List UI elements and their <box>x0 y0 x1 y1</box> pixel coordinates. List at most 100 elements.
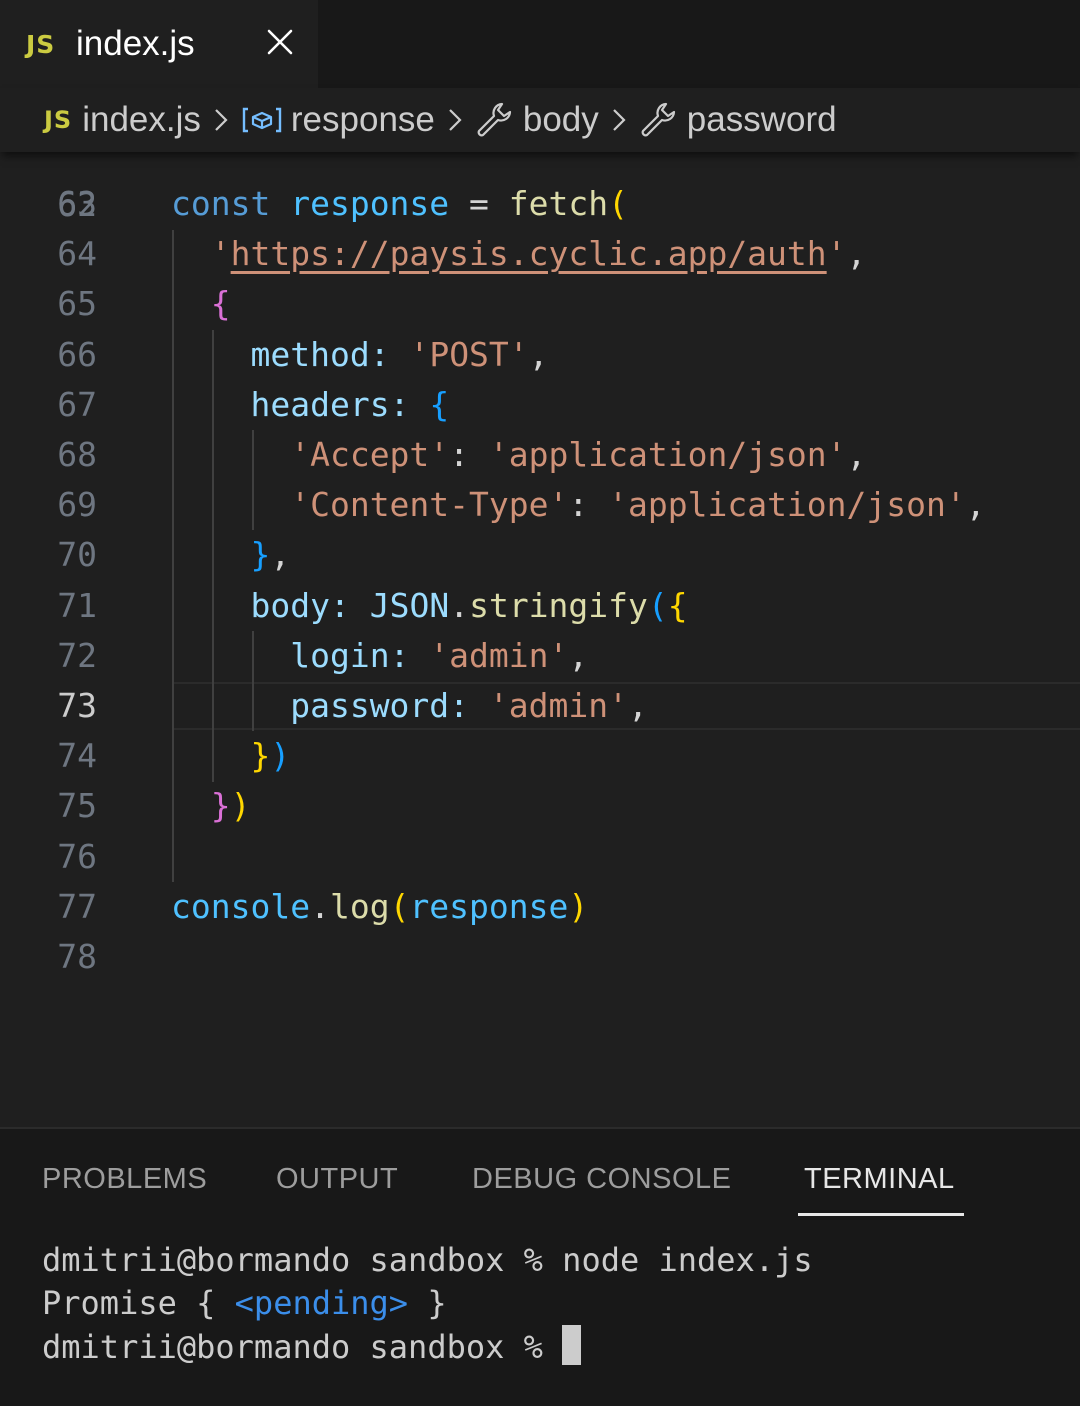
tab-title: index.js <box>76 24 195 63</box>
code-line[interactable]: 78 <box>0 932 1080 982</box>
line-number: 74 <box>57 736 97 776</box>
code-line[interactable]: 72 login: 'admin', <box>0 631 1080 681</box>
code-token: stringify <box>469 585 648 625</box>
code-line[interactable]: 63 const response = fetch( <box>0 179 1080 229</box>
code-token: , <box>568 635 589 675</box>
code-line[interactable]: 76 <box>0 832 1080 882</box>
code-token: ( <box>608 184 628 223</box>
code-text: const response = fetch( <box>171 179 628 229</box>
code-token: console <box>171 886 311 926</box>
wrench-icon <box>475 101 513 139</box>
close-icon[interactable] <box>262 22 298 62</box>
breadcrumb-file-label: index.js <box>82 100 201 139</box>
chevron-right-icon <box>611 106 627 134</box>
chevron-right-icon <box>213 106 229 134</box>
wrench-icon <box>639 101 677 139</box>
code-text: 'Accept': 'application/json', <box>171 430 866 480</box>
breadcrumb: JS index.js response body password <box>0 88 1080 152</box>
code-token: ( <box>389 886 410 926</box>
code-token: ' <box>210 234 231 274</box>
code-line[interactable]: 67 headers: { <box>0 380 1080 430</box>
line-number: 63 <box>57 184 97 223</box>
code-line-partial: 62 <box>0 152 1080 224</box>
terminal-text: Promise { <box>42 1284 235 1322</box>
code-token: 'application/json' <box>488 435 847 474</box>
code-line[interactable]: 73 password: 'admin', <box>0 681 1080 731</box>
code-token: ) <box>568 886 589 926</box>
line-number: 65 <box>57 284 97 324</box>
terminal-prompt: dmitrii@bormando sandbox % <box>42 1328 563 1366</box>
code-text: 'Content-Type': 'application/json', <box>171 480 985 530</box>
code-token: ) <box>230 786 251 826</box>
tab-debug-console[interactable]: DEBUG CONSOLE <box>472 1163 732 1196</box>
code-token: ) <box>270 736 291 776</box>
code-token: 'admin' <box>488 686 628 725</box>
line-number: 64 <box>57 234 97 274</box>
code-token: } <box>250 535 271 575</box>
tab-output[interactable]: OUTPUT <box>276 1163 398 1196</box>
code-token: ( <box>647 585 668 625</box>
code-line[interactable]: 68 'Accept': 'application/json', <box>0 430 1080 480</box>
tab-index-js[interactable]: JS index.js <box>0 0 318 88</box>
terminal-line: dmitrii@bormando sandbox % node index.js <box>42 1241 813 1279</box>
code-line[interactable]: 66 method: 'POST', <box>0 330 1080 380</box>
code-line[interactable]: 77 console.log(response) <box>0 882 1080 932</box>
line-number: 77 <box>57 886 97 926</box>
code-line[interactable]: 65 { <box>0 279 1080 329</box>
terminal-output[interactable]: dmitrii@bormando sandbox % node index.js… <box>42 1239 813 1369</box>
line-number: 66 <box>57 334 97 374</box>
code-text: }) <box>171 781 251 831</box>
code-token: body <box>250 585 330 625</box>
breadcrumb-file[interactable]: JS index.js <box>44 100 201 140</box>
line-number: 78 <box>57 937 97 976</box>
code-token: { <box>667 585 688 625</box>
code-text: { <box>171 279 231 329</box>
tab-problems[interactable]: PROBLEMS <box>42 1163 207 1196</box>
code-line[interactable]: 70 }, <box>0 530 1080 580</box>
code-editor[interactable]: 62 63 const response = fetch(64 'https://… <box>0 152 1080 1127</box>
code-token: 'Accept' <box>290 435 450 474</box>
code-token: login <box>290 635 390 675</box>
code-line[interactable]: 64 'https://paysis.cyclic.app/auth', <box>0 229 1080 279</box>
line-number: 73 <box>57 686 97 725</box>
code-text: login: 'admin', <box>171 631 588 681</box>
code-token: headers <box>250 384 390 424</box>
code-line[interactable]: 75 }) <box>0 781 1080 831</box>
code-token: { <box>210 284 231 324</box>
terminal-pending: <pending> <box>234 1284 409 1322</box>
code-text: }) <box>171 731 290 781</box>
terminal-line: dmitrii@bormando sandbox % <box>42 1325 813 1369</box>
code-token: response <box>290 184 450 223</box>
code-text: }, <box>171 530 290 580</box>
terminal-cursor <box>562 1325 582 1365</box>
code-token: method <box>250 334 370 374</box>
code-token: 'POST' <box>409 334 529 374</box>
line-number: 76 <box>57 836 97 876</box>
active-tab-indicator <box>798 1213 964 1216</box>
code-token: const <box>171 184 271 223</box>
tab-terminal[interactable]: TERMINAL <box>804 1163 955 1196</box>
code-token: : <box>568 485 609 525</box>
code-token: password <box>290 686 450 725</box>
code-token: 'admin' <box>429 635 569 675</box>
code-token: , <box>846 435 867 474</box>
breadcrumb-item-response[interactable]: response <box>241 100 435 140</box>
breadcrumb-item-body[interactable]: body <box>475 100 599 140</box>
code-token: https://paysis.cyclic.app/auth <box>230 234 827 274</box>
code-line[interactable]: 69 'Content-Type': 'application/json', <box>0 480 1080 530</box>
code-token: JSON <box>369 585 450 625</box>
code-token: : <box>449 686 489 725</box>
code-token: . <box>449 585 470 625</box>
line-number: 68 <box>57 435 97 474</box>
code-token: ' <box>826 234 847 274</box>
breadcrumb-item-password[interactable]: password <box>639 100 837 140</box>
code-line[interactable]: 74 }) <box>0 731 1080 781</box>
code-line[interactable]: 71 body: JSON.stringify({ <box>0 581 1080 631</box>
code-token: { <box>429 384 450 424</box>
